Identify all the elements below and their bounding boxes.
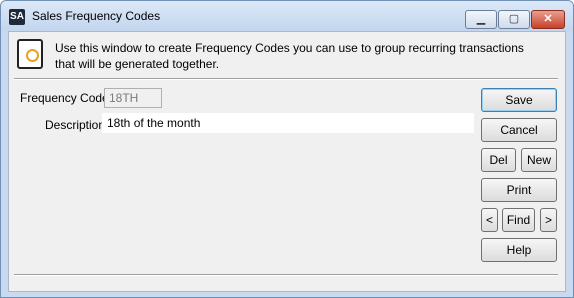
close-button[interactable]: ✕ xyxy=(531,10,565,29)
print-button[interactable]: Print xyxy=(481,178,557,202)
save-button[interactable]: Save xyxy=(481,88,557,112)
description-label: Description xyxy=(45,118,106,132)
top-divider xyxy=(14,78,558,80)
info-text: Use this window to create Frequency Code… xyxy=(55,41,524,71)
bottom-divider xyxy=(14,274,558,276)
document-info-icon xyxy=(17,39,43,69)
frequency-code-label: Frequency Code xyxy=(20,91,109,105)
app-icon: SA xyxy=(9,9,25,25)
cancel-button[interactable]: Cancel xyxy=(481,118,557,142)
minimize-button[interactable]: ▁ xyxy=(465,10,497,29)
find-button[interactable]: Find xyxy=(502,208,535,232)
window-title: Sales Frequency Codes xyxy=(32,9,161,23)
info-icon-mark xyxy=(26,49,39,62)
next-record-button[interactable]: > xyxy=(540,208,557,232)
help-button[interactable]: Help xyxy=(481,238,557,262)
sales-frequency-codes-window: SA Sales Frequency Codes ▁ ▢ ✕ Use this … xyxy=(0,0,574,298)
new-button[interactable]: New xyxy=(521,148,557,172)
previous-record-button[interactable]: < xyxy=(481,208,498,232)
window-client-area: Use this window to create Frequency Code… xyxy=(8,31,566,292)
frequency-code-field xyxy=(104,88,162,108)
delete-button[interactable]: Del xyxy=(481,148,516,172)
description-field[interactable] xyxy=(102,113,474,133)
maximize-button[interactable]: ▢ xyxy=(498,10,530,29)
title-bar[interactable]: SA Sales Frequency Codes ▁ ▢ ✕ xyxy=(1,1,573,31)
